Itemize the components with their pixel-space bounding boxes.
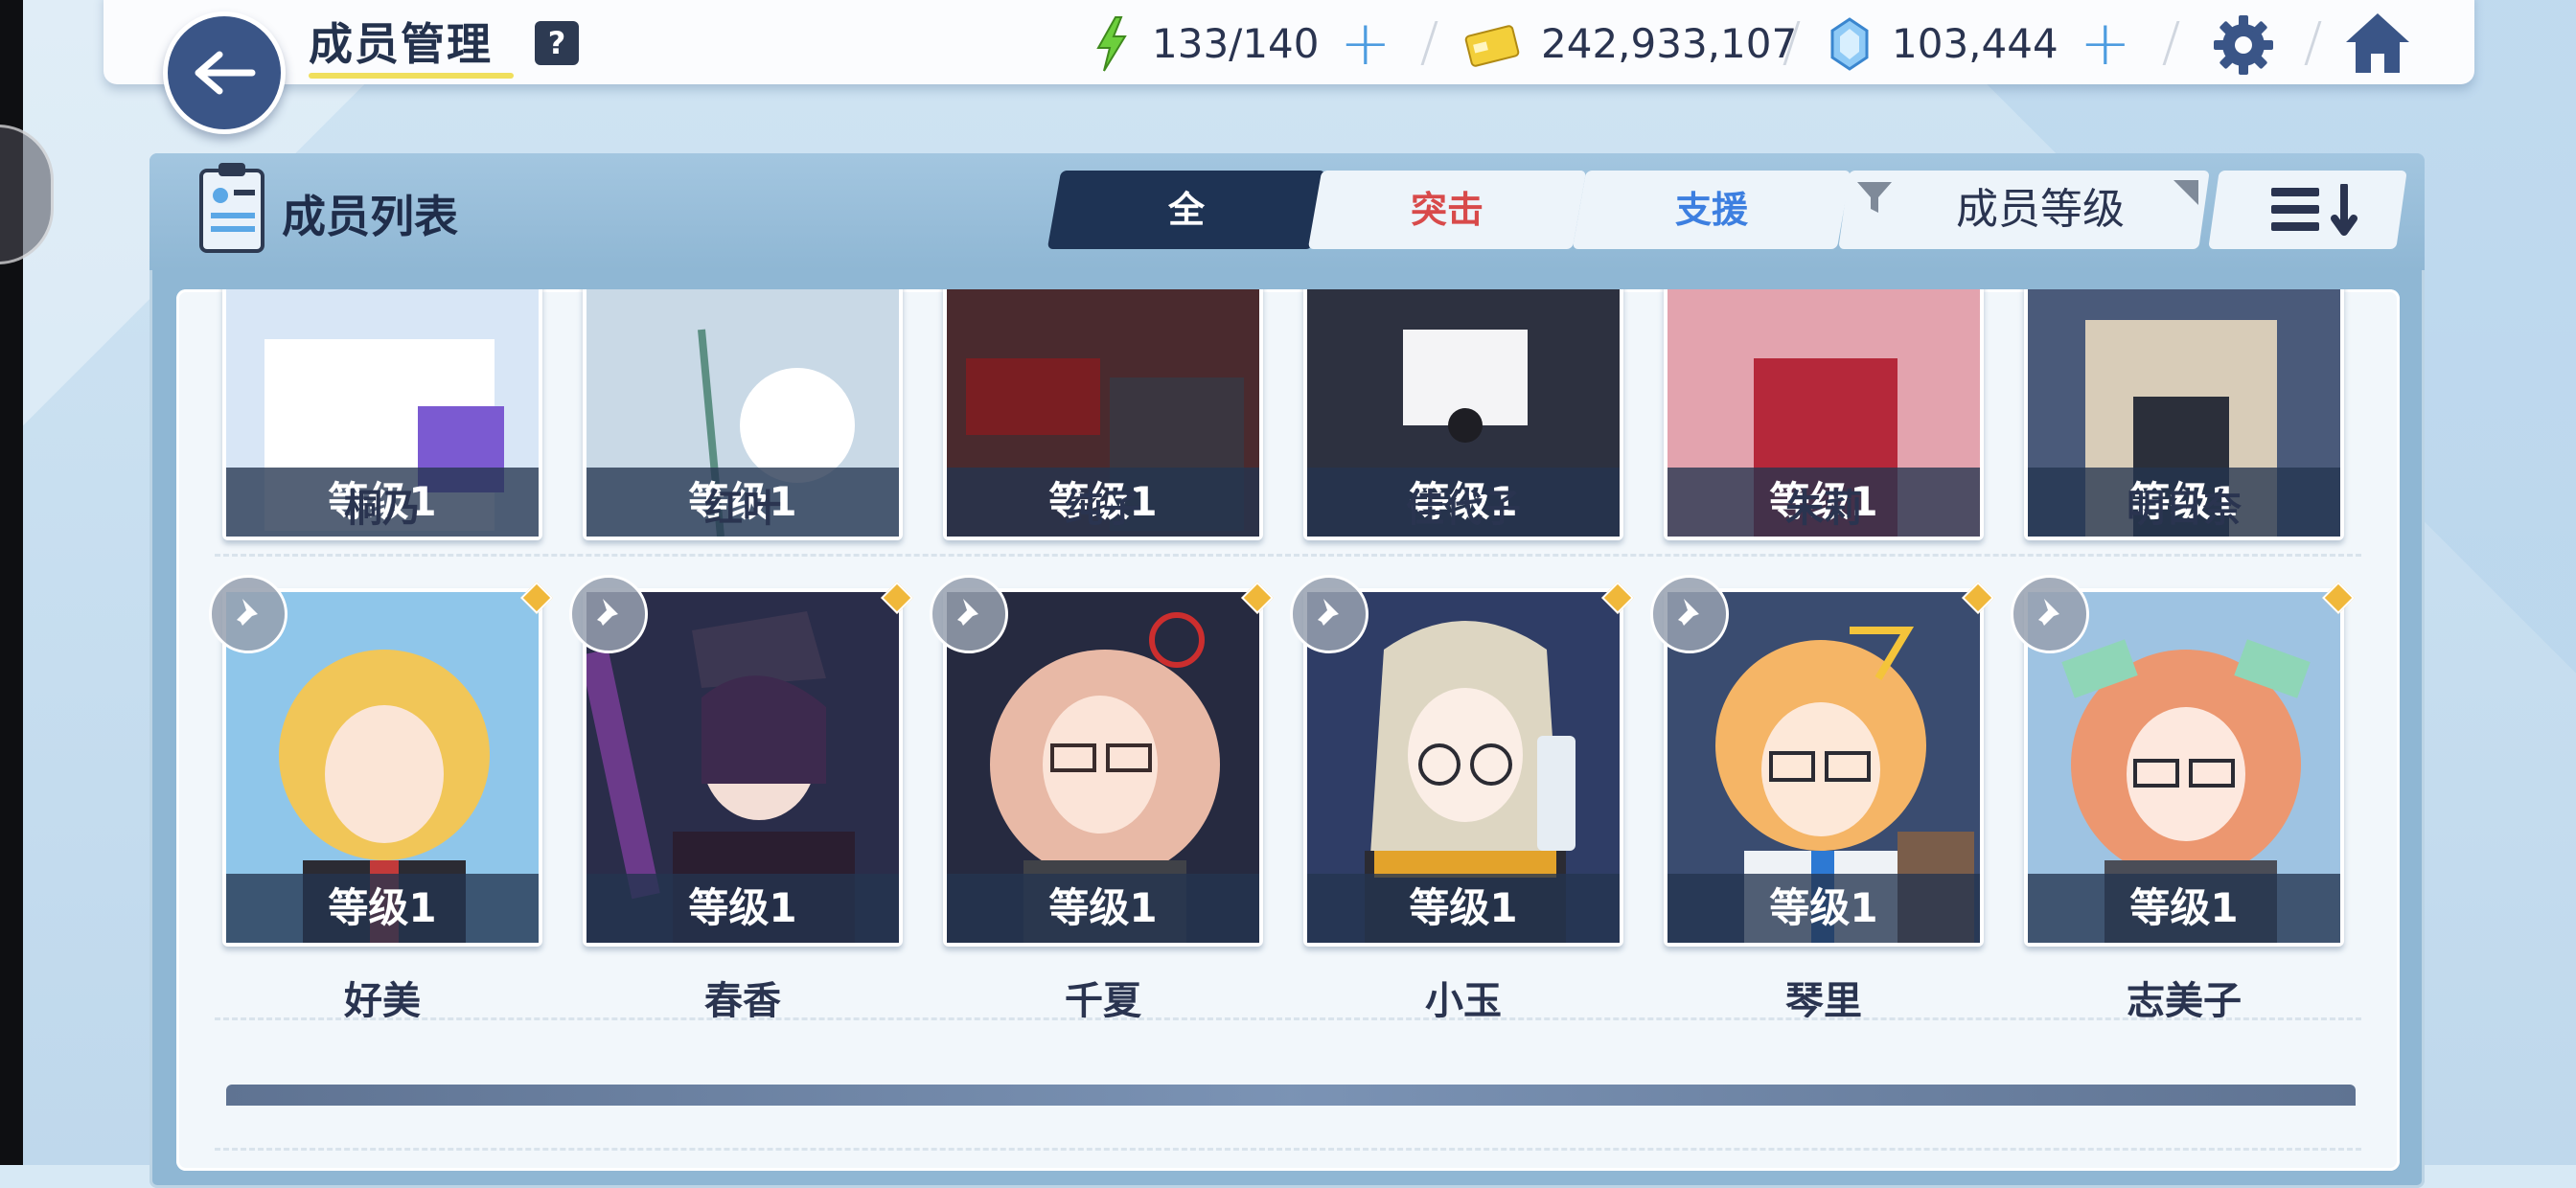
member-name: 桐乃	[344, 487, 421, 531]
member-card[interactable]: 等级1	[1290, 575, 1634, 952]
level-badge: 等级1	[226, 874, 539, 943]
member-name: 明日奈	[2127, 487, 2242, 531]
credits-value: 242,933,107	[1541, 20, 1798, 67]
pin-icon	[1314, 599, 1339, 629]
member-name: 红叶	[704, 487, 781, 531]
row-divider	[215, 1148, 2361, 1151]
pin-icon	[954, 599, 978, 629]
level-badge: 等级1	[2028, 874, 2340, 943]
row-divider	[215, 1017, 2361, 1020]
stamina-add-button[interactable]: +	[1340, 13, 1392, 75]
title-underline	[309, 73, 514, 79]
page-title: 成员管理	[309, 18, 493, 70]
level-badge: 等级1	[947, 874, 1259, 943]
pin-button[interactable]	[1290, 575, 1368, 653]
next-row-edge	[226, 1085, 2356, 1106]
pin-icon	[233, 599, 258, 629]
stamina-value: 133/140	[1152, 20, 1320, 67]
member-card[interactable]: 等级1	[930, 575, 1274, 952]
member-card[interactable]: 等级1	[209, 575, 553, 952]
help-icon[interactable]: ?	[535, 21, 579, 65]
gems-add-button[interactable]: +	[2080, 13, 2131, 75]
gems-value: 103,444	[1892, 20, 2058, 67]
level-badge: 等级1	[586, 874, 899, 943]
tab-special[interactable]: 支援	[1572, 171, 1852, 249]
sort-order-icon	[2271, 184, 2358, 236]
member-name: 朱莉	[1785, 487, 1862, 531]
back-arrow-icon	[195, 51, 256, 95]
pin-button[interactable]	[2011, 575, 2089, 653]
pin-icon	[2035, 599, 2059, 629]
level-badge: 等级1	[1668, 874, 1980, 943]
pin-button[interactable]	[930, 575, 1008, 653]
pin-button[interactable]	[569, 575, 648, 653]
member-list-icon	[199, 163, 264, 253]
member-name: 佳代子	[1406, 487, 1521, 531]
home-icon[interactable]	[2342, 10, 2413, 77]
sort-label: 成员等级	[1956, 185, 2125, 234]
pin-icon	[593, 599, 618, 629]
credit-card-icon	[1464, 25, 1520, 67]
tab-striker-label: 突击	[1410, 189, 1484, 231]
member-card[interactable]: 等级1	[2011, 575, 2355, 952]
back-button[interactable]	[163, 11, 286, 134]
tab-all[interactable]: 全	[1046, 171, 1326, 249]
gem-icon	[1830, 17, 1869, 71]
tab-all-label: 全	[1167, 189, 1205, 231]
tab-special-label: 支援	[1674, 189, 1748, 231]
pin-button[interactable]	[209, 575, 288, 653]
tab-striker[interactable]: 突击	[1307, 171, 1587, 249]
member-name: 纯子	[1065, 487, 1141, 531]
member-grid: 等级1 等级1 等级1 等级1 等级1 等级1 桐乃 红叶 纯子 佳代子 朱莉 …	[176, 289, 2400, 1171]
row-divider	[215, 554, 2361, 557]
member-card[interactable]: 等级1	[1650, 575, 1994, 952]
pin-icon	[1674, 599, 1699, 629]
stamina-bolt-icon	[1096, 16, 1127, 72]
level-badge: 等级1	[1307, 874, 1620, 943]
member-list-title: 成员列表	[282, 191, 458, 242]
pin-button[interactable]	[1650, 575, 1729, 653]
member-card[interactable]: 等级1	[569, 575, 913, 952]
gear-icon[interactable]	[2210, 11, 2277, 79]
